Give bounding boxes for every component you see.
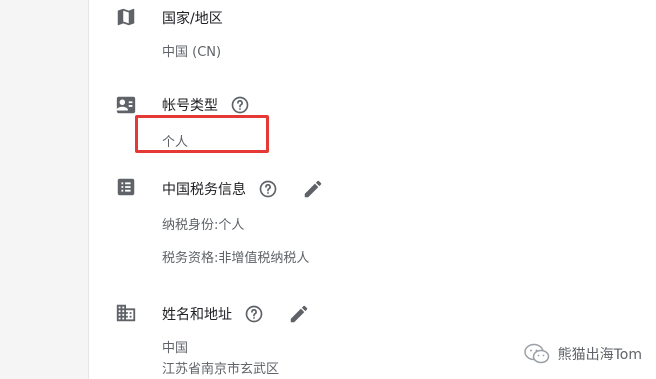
country-title: 国家/地区 (162, 11, 223, 27)
name-address-title: 姓名和地址 (162, 307, 232, 323)
address-country-text: 中国 (162, 341, 189, 356)
tax-info-title: 中国税务信息 (162, 182, 246, 198)
account-card-icon (115, 94, 137, 116)
building-icon (115, 302, 137, 324)
wechat-icon (523, 343, 550, 365)
edit-icon[interactable] (302, 178, 324, 200)
tax-status-text: 纳税身份:个人 (162, 218, 245, 233)
help-icon[interactable] (258, 179, 278, 199)
country-value: 中国 (CN) (162, 45, 222, 60)
edit-icon[interactable] (288, 303, 310, 325)
help-icon[interactable] (244, 304, 264, 324)
list-icon (115, 176, 137, 198)
watermark: 熊猫出海Tom (523, 343, 642, 365)
watermark-text: 熊猫出海Tom (557, 347, 642, 363)
address-region-text: 江苏省南京市玄武区 (162, 362, 280, 377)
left-gutter (0, 0, 89, 379)
tax-qualification-text: 税务资格:非增值税纳税人 (162, 251, 310, 266)
account-type-title: 帐号类型 (162, 98, 218, 114)
highlight-box (135, 115, 269, 153)
help-icon[interactable] (230, 95, 250, 115)
map-icon (115, 6, 137, 28)
